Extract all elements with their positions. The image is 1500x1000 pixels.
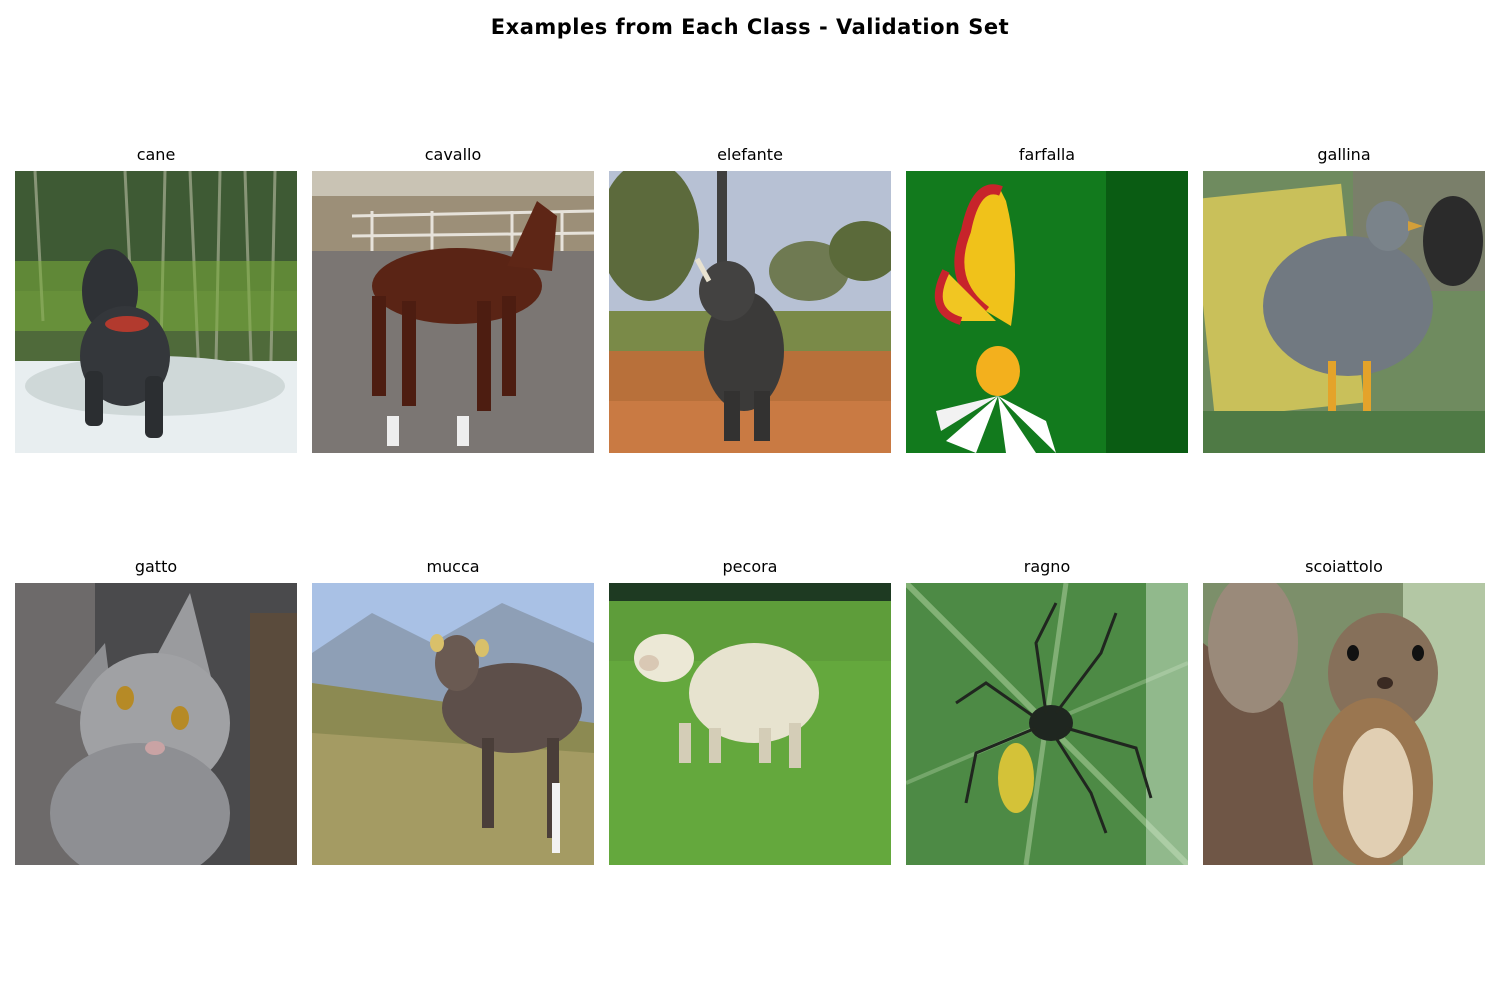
image-grid: cane cavallo elefante farfalla gallina g…: [15, 0, 1485, 1000]
panel-title: gallina: [1317, 145, 1371, 164]
squirrel-photo: [1203, 583, 1485, 865]
cow-photo: [312, 583, 594, 865]
sheep-photo: [609, 583, 891, 865]
panel-title: cane: [136, 145, 176, 164]
horse-photo: [312, 171, 594, 453]
panel-title: mucca: [426, 557, 480, 576]
panel-title: pecora: [722, 557, 778, 576]
dog-photo: [15, 171, 297, 453]
panel-title: scoiattolo: [1305, 557, 1383, 576]
cat-photo: [15, 583, 297, 865]
panel-title: gatto: [134, 557, 178, 576]
panel-title: ragno: [1023, 557, 1071, 576]
elephant-photo: [609, 171, 891, 453]
butterfly-photo: [906, 171, 1188, 453]
spider-photo: [906, 583, 1188, 865]
panel-title: elefante: [717, 145, 783, 164]
panel-title: farfalla: [1018, 145, 1076, 164]
hen-photo: [1203, 171, 1485, 453]
panel-title: cavallo: [424, 145, 482, 164]
